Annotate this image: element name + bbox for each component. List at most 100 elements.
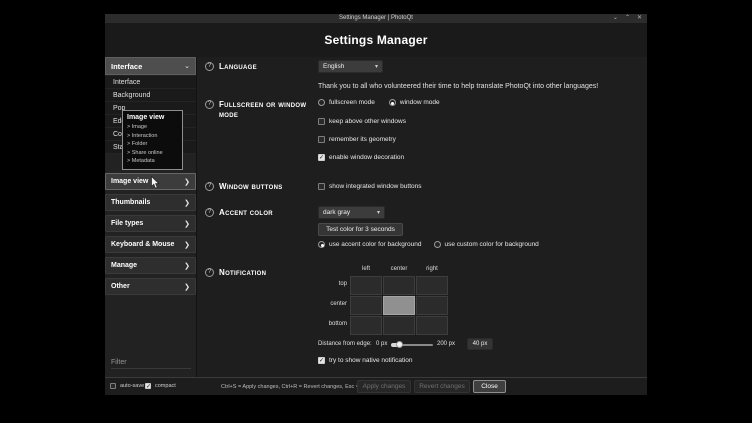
checkbox-box: ✓ <box>110 383 116 389</box>
help-icon[interactable]: ? <box>205 182 214 191</box>
radio-window-mode[interactable]: window mode <box>389 99 440 106</box>
checkbox-keep-above-other-windows[interactable]: ✓ keep above other windows <box>318 118 406 125</box>
help-icon[interactable]: ? <box>205 62 214 71</box>
notification-grid-cell-top-center[interactable] <box>383 276 415 295</box>
sidebar-subitem-interface[interactable]: Interface <box>105 76 196 89</box>
checkbox-label: compact <box>155 383 176 389</box>
checkbox-label: try to show native notification <box>329 357 412 364</box>
chevron-right-icon: ❯ <box>184 283 190 291</box>
maximize-icon[interactable]: ⌃ <box>625 14 630 23</box>
notification-grid-cell-bottom-left[interactable] <box>350 316 382 335</box>
chevron-right-icon: ❯ <box>184 178 190 186</box>
notification-grid-cell-center-right[interactable] <box>416 296 448 315</box>
sidebar-section-thumbnails[interactable]: Thumbnails ❯ <box>105 194 196 211</box>
checkbox-box: ✓ <box>318 136 325 143</box>
checkbox-enable-window-decoration[interactable]: ✓ enable window decoration <box>318 154 404 161</box>
radio-ring <box>318 241 325 248</box>
checkbox-label: show integrated window buttons <box>329 183 422 190</box>
checkbox-box: ✓ <box>318 118 325 125</box>
help-icon[interactable]: ? <box>205 208 214 217</box>
notification-grid-cell-top-left[interactable] <box>350 276 382 295</box>
window-footer: ✓ auto-save ✓ compact Ctrl+S = Apply cha… <box>105 377 647 395</box>
radio-fullscreen-mode[interactable]: fullscreen mode <box>318 99 375 106</box>
window-title: Settings Manager | PhotoQt <box>339 14 413 23</box>
background-color-radio-group: use accent color for background use cust… <box>318 241 539 248</box>
checkbox-compact[interactable]: ✓ compact <box>145 383 176 389</box>
shortcut-hint: Ctrl+S = Apply changes, Ctrl+R = Revert … <box>221 384 375 390</box>
window-controls: ⌄ ⌃ ✕ <box>613 14 642 23</box>
checkbox-show-integrated-window-buttons[interactable]: ✓ show integrated window buttons <box>318 183 422 190</box>
close-button[interactable]: Close <box>473 380 506 393</box>
sidebar-section-file-types[interactable]: File types ❯ <box>105 215 196 232</box>
page-title: Settings Manager <box>324 33 427 47</box>
screen-letterbox: Settings Manager | PhotoQt ⌄ ⌃ ✕ Setting… <box>0 0 752 423</box>
notification-grid-cell-bottom-right[interactable] <box>416 316 448 335</box>
checkbox-label: enable window decoration <box>329 154 404 161</box>
minimize-icon[interactable]: ⌄ <box>613 14 618 23</box>
checkbox-auto-save[interactable]: ✓ auto-save <box>110 383 144 389</box>
accent-color-dropdown[interactable]: dark gray ▾ <box>318 206 385 219</box>
section-language-header: ? Language <box>205 62 307 72</box>
slider-min-label: 0 px <box>376 341 387 347</box>
radio-ring <box>434 241 441 248</box>
column-label-center: center <box>383 266 415 272</box>
sidebar-subitem-background[interactable]: Background <box>105 89 196 102</box>
radio-use-accent-color[interactable]: use accent color for background <box>318 241 422 248</box>
sidebar-section-label: Keyboard & Mouse <box>111 241 174 248</box>
sidebar-section-manage[interactable]: Manage ❯ <box>105 257 196 274</box>
radio-label: fullscreen mode <box>329 99 375 106</box>
sidebar-section-interface[interactable]: Interface ⌄ <box>105 57 196 75</box>
section-title: Fullscreen or window mode <box>219 100 307 120</box>
settings-main-panel: ? Language English ▾ Thank you to all wh… <box>197 57 647 377</box>
slider-max-label: 200 px <box>437 341 455 347</box>
sidebar-section-keyboard-mouse[interactable]: Keyboard & Mouse ❯ <box>105 236 196 253</box>
notification-grid-cell-bottom-center[interactable] <box>383 316 415 335</box>
radio-use-custom-color[interactable]: use custom color for background <box>434 241 539 248</box>
page-header: Settings Manager <box>105 23 647 57</box>
dropdown-arrow-icon: ▾ <box>377 209 380 216</box>
sidebar-section-label: Image view <box>111 178 148 185</box>
language-dropdown[interactable]: English ▾ <box>318 60 383 73</box>
section-title: Notification <box>219 268 266 278</box>
checkbox-native-notification[interactable]: ✓ try to show native notification <box>318 357 412 364</box>
section-notification-header: ? Notification <box>205 268 307 278</box>
row-label-top: top <box>305 281 347 287</box>
notification-grid-cell-center-center[interactable] <box>383 296 415 315</box>
window-mode-radio-group: fullscreen mode window mode <box>318 99 440 106</box>
chevron-right-icon: ❯ <box>184 199 190 207</box>
tooltip-item: > Folder <box>127 140 180 149</box>
distance-value-box[interactable]: 40 px <box>467 338 493 350</box>
radio-ring <box>389 99 396 106</box>
dropdown-value: dark gray <box>323 209 350 216</box>
filter-input[interactable]: Filter <box>111 359 191 369</box>
section-title: Language <box>219 62 257 72</box>
chevron-down-icon: ⌄ <box>184 62 190 70</box>
distance-slider[interactable] <box>391 344 433 346</box>
notification-grid-cell-top-right[interactable] <box>416 276 448 295</box>
chevron-right-icon: ❯ <box>184 262 190 270</box>
column-label-right: right <box>416 266 448 272</box>
image-view-tooltip: Image view > Image > Interaction > Folde… <box>122 110 183 170</box>
radio-label: window mode <box>400 99 440 106</box>
notification-grid-cell-center-left[interactable] <box>350 296 382 315</box>
radio-label: use accent color for background <box>329 241 422 248</box>
help-icon[interactable]: ? <box>205 268 214 277</box>
sidebar-section-label: Manage <box>111 262 137 269</box>
revert-changes-button[interactable]: Revert changes <box>414 380 470 393</box>
slider-handle[interactable] <box>396 341 403 348</box>
radio-label: use custom color for background <box>445 241 539 248</box>
help-icon[interactable]: ? <box>205 100 214 109</box>
notification-position-grid <box>350 276 448 335</box>
apply-changes-button[interactable]: Apply changes <box>357 380 411 393</box>
tooltip-title: Image view <box>127 114 180 121</box>
checkbox-label: remember its geometry <box>329 136 396 143</box>
sidebar-section-other[interactable]: Other ❯ <box>105 278 196 295</box>
notification-grid-column-labels: left center right <box>350 266 448 272</box>
checkbox-box: ✓ <box>318 357 325 364</box>
checkbox-remember-geometry[interactable]: ✓ remember its geometry <box>318 136 396 143</box>
chevron-right-icon: ❯ <box>184 241 190 249</box>
slider-label: Distance from edge: <box>318 341 372 347</box>
test-color-button[interactable]: Test color for 3 seconds <box>318 223 403 236</box>
dropdown-arrow-icon: ▾ <box>375 63 378 70</box>
close-icon[interactable]: ✕ <box>637 14 642 23</box>
